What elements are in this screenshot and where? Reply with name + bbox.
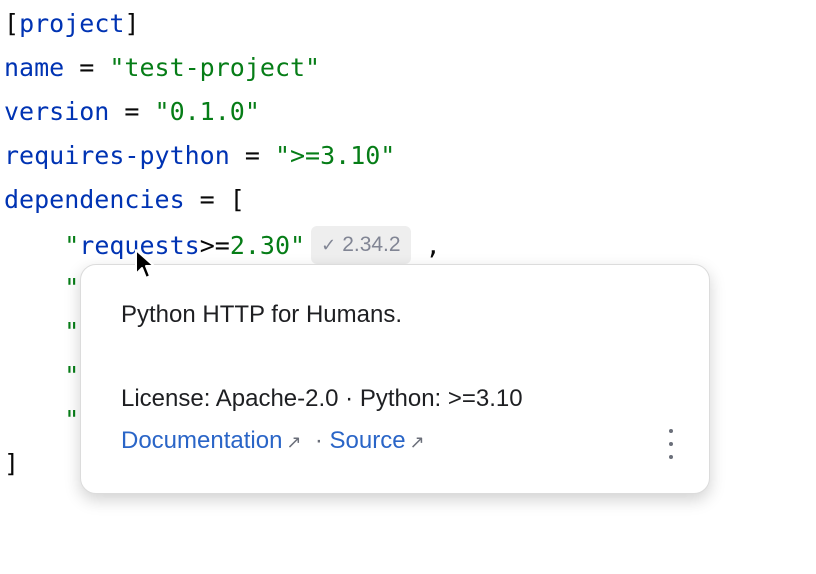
code-line-hidden: ": [64, 317, 80, 346]
name-value: "test-project": [109, 53, 321, 82]
package-license-line: License: Apache-2.0 · Python: >=3.10: [121, 385, 523, 412]
source-link[interactable]: Source: [330, 427, 406, 454]
package-links: Documentation ↗ · Source ↗: [121, 427, 425, 455]
external-link-icon: ↗: [286, 432, 302, 452]
version-key: version: [4, 97, 110, 126]
name-key: name: [4, 53, 65, 82]
code-line-hidden: ": [64, 273, 80, 302]
code-line-dependencies: dependencies = [: [4, 185, 245, 214]
section-name: project: [19, 9, 125, 38]
latest-version-inlay-hint[interactable]: ✓ 2.34.2: [311, 226, 411, 264]
version-value: "0.1.0": [154, 97, 260, 126]
mouse-pointer-icon: [135, 249, 155, 279]
check-icon: ✓: [321, 235, 337, 255]
more-options-icon[interactable]: [663, 429, 679, 459]
package-description: Python HTTP for Humans.: [121, 301, 402, 328]
latest-version-label: 2.34.2: [342, 233, 401, 256]
code-line-hidden: ": [64, 361, 80, 390]
package-info-popup: Python HTTP for Humans. License: Apache-…: [80, 264, 710, 494]
dependencies-key: dependencies: [4, 185, 185, 214]
code-line-name: name = "test-project": [4, 53, 321, 82]
code-line-dependency-requests: "requests>=2.30" ✓ 2.34.2 ,: [4, 226, 441, 264]
code-line-dependencies-close: ]: [4, 448, 19, 480]
code-line-section: [project]: [4, 9, 140, 38]
dependencies-open-bracket: [: [229, 185, 245, 214]
code-line-requires-python: requires-python = ">=3.10": [4, 141, 396, 170]
documentation-link[interactable]: Documentation: [121, 427, 282, 454]
requires-python-value: ">=3.10": [274, 141, 396, 170]
dependencies-close-bracket: ]: [4, 449, 20, 478]
code-line-hidden: ": [64, 405, 80, 434]
dependency-version: 2.30: [229, 231, 291, 260]
external-link-icon: ↗: [409, 432, 425, 452]
links-separator: ·: [314, 427, 323, 454]
requires-python-key: requires-python: [4, 141, 230, 170]
code-line-version: version = "0.1.0": [4, 97, 260, 126]
